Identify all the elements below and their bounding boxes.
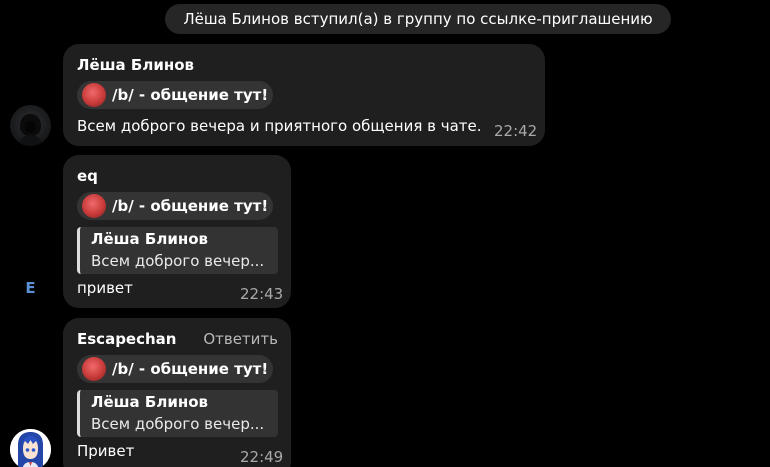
message-text: Всем доброго вечера и приятного общения …: [77, 117, 482, 135]
message-bubble[interactable]: Escapechan Ответить /b/ - общение тут! ›…: [63, 318, 291, 467]
quote-sender: Лёша Блинов: [91, 393, 208, 411]
chat-title-chip[interactable]: /b/ - общение тут! ›: [77, 192, 273, 220]
reply-quote[interactable]: Лёша Блинов Всем доброго вечер...: [77, 390, 278, 437]
quote-sender: Лёша Блинов: [91, 230, 208, 248]
quote-text: Всем доброго вечер...: [91, 252, 265, 270]
message-bubble[interactable]: eq /b/ - общение тут! › Лёша Блинов Всем…: [63, 155, 291, 308]
sender-name[interactable]: Лёша Блинов: [77, 56, 194, 74]
quote-text: Всем доброго вечер...: [91, 415, 265, 433]
chevron-right-icon: ›: [262, 199, 267, 213]
user-avatar[interactable]: [10, 105, 51, 146]
message-text: привет: [77, 279, 133, 297]
chat-view: Лёша Блинов вступил(а) в группу по ссылк…: [0, 0, 770, 467]
chevron-right-icon: ›: [262, 362, 267, 376]
message-text: Привет: [77, 442, 135, 460]
reply-quote[interactable]: Лёша Блинов Всем доброго вечер...: [77, 227, 278, 274]
chat-avatar-icon: [82, 357, 106, 381]
user-avatar-letter[interactable]: E: [10, 268, 51, 309]
message-time: 22:43: [240, 285, 284, 303]
chip-label: /b/ - общение тут!: [112, 197, 269, 215]
hooded-figure-icon: [18, 114, 43, 146]
message-time: 22:49: [240, 448, 284, 466]
reply-button[interactable]: Ответить: [203, 330, 278, 348]
chip-label: /b/ - общение тут!: [112, 360, 269, 378]
message-bubble[interactable]: Лёша Блинов /b/ - общение тут! › Всем до…: [63, 44, 545, 146]
chat-title-chip[interactable]: /b/ - общение тут! ›: [77, 81, 273, 109]
anime-character-icon: [10, 429, 51, 467]
chip-label: /b/ - общение тут!: [112, 86, 269, 104]
chat-title-chip[interactable]: /b/ - общение тут! ›: [77, 355, 273, 383]
user-avatar-anime[interactable]: [10, 429, 51, 467]
service-message: Лёша Блинов вступил(а) в группу по ссылк…: [165, 4, 671, 34]
chat-avatar-icon: [82, 83, 106, 107]
chat-avatar-icon: [82, 194, 106, 218]
message-time: 22:42: [494, 122, 538, 140]
sender-name[interactable]: Escapechan: [77, 330, 176, 348]
sender-name[interactable]: eq: [77, 167, 98, 185]
chevron-right-icon: ›: [262, 88, 267, 102]
